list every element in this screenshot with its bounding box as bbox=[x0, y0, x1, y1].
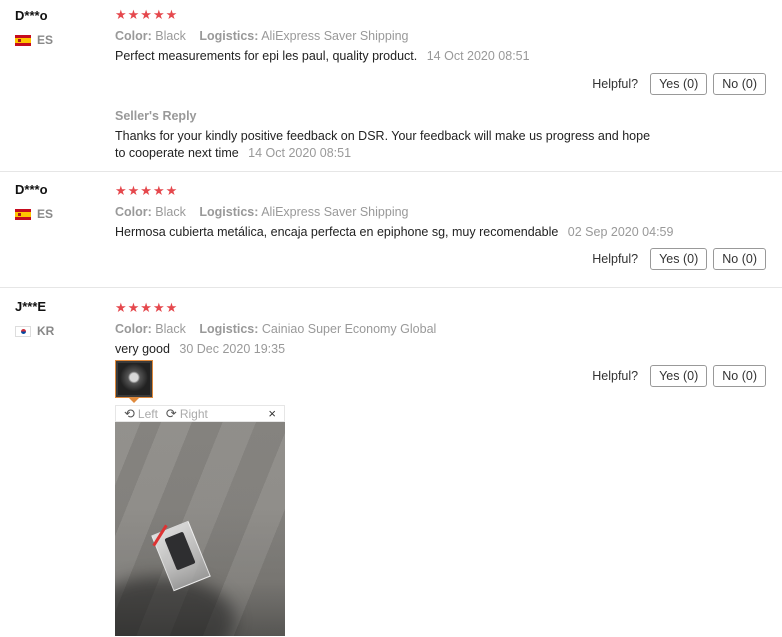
color-label: Color: bbox=[115, 322, 152, 336]
spain-flag-icon bbox=[15, 208, 31, 220]
seller-reply-text: Thanks for your kindly positive feedback… bbox=[115, 128, 660, 162]
logistics-value: AliExpress Saver Shipping bbox=[261, 29, 409, 43]
rotate-left-icon: ⟲ bbox=[124, 405, 135, 421]
color-value: Black bbox=[155, 29, 186, 43]
review-photo-thumbnail[interactable] bbox=[115, 360, 153, 398]
review-text: Perfect measurements for epi les paul, q… bbox=[115, 48, 675, 65]
color-label: Color: bbox=[115, 205, 152, 219]
helpful-yes-button[interactable]: Yes (0) bbox=[650, 365, 708, 387]
seller-reply-date: 14 Oct 2020 08:51 bbox=[248, 146, 352, 160]
helpful-controls: Helpful? Yes (0) No (0) bbox=[592, 73, 766, 95]
country-code: KR bbox=[37, 324, 55, 338]
reviewer-info: D***o ES bbox=[15, 182, 53, 221]
review-date: 14 Oct 2020 08:51 bbox=[426, 49, 530, 63]
review-attributes: Color: Black Logistics: Cainiao Super Ec… bbox=[115, 321, 675, 337]
review-text: very good 30 Dec 2020 19:35 bbox=[115, 341, 675, 358]
reviewer-info: D***o ES bbox=[15, 8, 53, 47]
seller-reply-content: Thanks for your kindly positive feedback… bbox=[115, 129, 651, 160]
helpful-no-button[interactable]: No (0) bbox=[713, 248, 766, 270]
helpful-yes-button[interactable]: Yes (0) bbox=[650, 73, 708, 95]
country-code: ES bbox=[37, 207, 54, 221]
logistics-label: Logistics: bbox=[199, 322, 259, 336]
review-content: Hermosa cubierta metálica, encaja perfec… bbox=[115, 225, 559, 239]
review-attributes: Color: Black Logistics: AliExpress Saver… bbox=[115, 204, 675, 220]
review-2: D***o ES ★★★★★ Color: Black Logistics: A… bbox=[0, 171, 782, 288]
review-content: Perfect measurements for epi les paul, q… bbox=[115, 49, 418, 63]
helpful-controls: Helpful? Yes (0) No (0) bbox=[592, 365, 766, 387]
logistics-label: Logistics: bbox=[199, 205, 259, 219]
helpful-no-button[interactable]: No (0) bbox=[713, 365, 766, 387]
review-body: ★★★★★ Color: Black Logistics: AliExpress… bbox=[115, 184, 675, 241]
rotate-left-button[interactable]: ⟲ Left bbox=[124, 406, 158, 422]
seller-reply: Seller's Reply Thanks for your kindly po… bbox=[115, 108, 675, 162]
korea-flag-icon bbox=[15, 325, 31, 337]
review-photo-large bbox=[115, 422, 285, 636]
photo-viewer-toolbar: ⟲ Left ⟳ Right × bbox=[115, 405, 285, 422]
color-label: Color: bbox=[115, 29, 152, 43]
seller-reply-title: Seller's Reply bbox=[115, 109, 197, 123]
review-attributes: Color: Black Logistics: AliExpress Saver… bbox=[115, 28, 675, 44]
country-code: ES bbox=[37, 33, 54, 47]
reviewer-country: ES bbox=[15, 33, 53, 47]
photo-viewer: ⟲ Left ⟳ Right × bbox=[115, 405, 285, 636]
review-content: very good bbox=[115, 342, 170, 356]
reviewer-name: J***E bbox=[15, 299, 47, 314]
review-body: ★★★★★ Color: Black Logistics: Cainiao Su… bbox=[115, 301, 675, 358]
review-3: J***E KR ★★★★★ Color: Black Logistics: C… bbox=[0, 287, 782, 637]
rotate-right-icon: ⟳ bbox=[165, 405, 177, 421]
reviewer-name: D***o bbox=[15, 182, 48, 197]
close-icon[interactable]: × bbox=[268, 406, 276, 421]
review-body: ★★★★★ Color: Black Logistics: AliExpress… bbox=[115, 8, 675, 65]
helpful-label: Helpful? bbox=[592, 369, 639, 383]
helpful-yes-button[interactable]: Yes (0) bbox=[650, 248, 708, 270]
helpful-no-button[interactable]: No (0) bbox=[713, 73, 766, 95]
rating-stars: ★★★★★ bbox=[115, 183, 179, 198]
logistics-value: Cainiao Super Economy Global bbox=[261, 322, 437, 336]
thumbnail-image bbox=[118, 363, 150, 395]
review-date: 02 Sep 2020 04:59 bbox=[567, 225, 674, 239]
helpful-label: Helpful? bbox=[592, 252, 639, 266]
rating-stars: ★★★★★ bbox=[115, 300, 179, 315]
color-value: Black bbox=[155, 205, 186, 219]
reviewer-name: D***o bbox=[15, 8, 48, 23]
rotate-left-label: Left bbox=[137, 406, 158, 421]
logistics-value: AliExpress Saver Shipping bbox=[261, 205, 409, 219]
reviewer-info: J***E KR bbox=[15, 299, 54, 338]
helpful-label: Helpful? bbox=[592, 77, 639, 91]
reviewer-country: KR bbox=[15, 324, 54, 338]
review-1: D***o ES ★★★★★ Color: Black Logistics: A… bbox=[0, 8, 782, 171]
rating-stars: ★★★★★ bbox=[115, 7, 179, 22]
rotate-right-button[interactable]: ⟳ Right bbox=[166, 406, 208, 422]
logistics-label: Logistics: bbox=[199, 29, 259, 43]
color-value: Black bbox=[155, 322, 186, 336]
review-date: 30 Dec 2020 19:35 bbox=[179, 342, 286, 356]
helpful-controls: Helpful? Yes (0) No (0) bbox=[592, 248, 766, 270]
review-text: Hermosa cubierta metálica, encaja perfec… bbox=[115, 224, 675, 241]
spain-flag-icon bbox=[15, 34, 31, 46]
rotate-right-label: Right bbox=[179, 406, 208, 421]
reviewer-country: ES bbox=[15, 207, 53, 221]
thumbnail-pointer bbox=[129, 398, 139, 403]
